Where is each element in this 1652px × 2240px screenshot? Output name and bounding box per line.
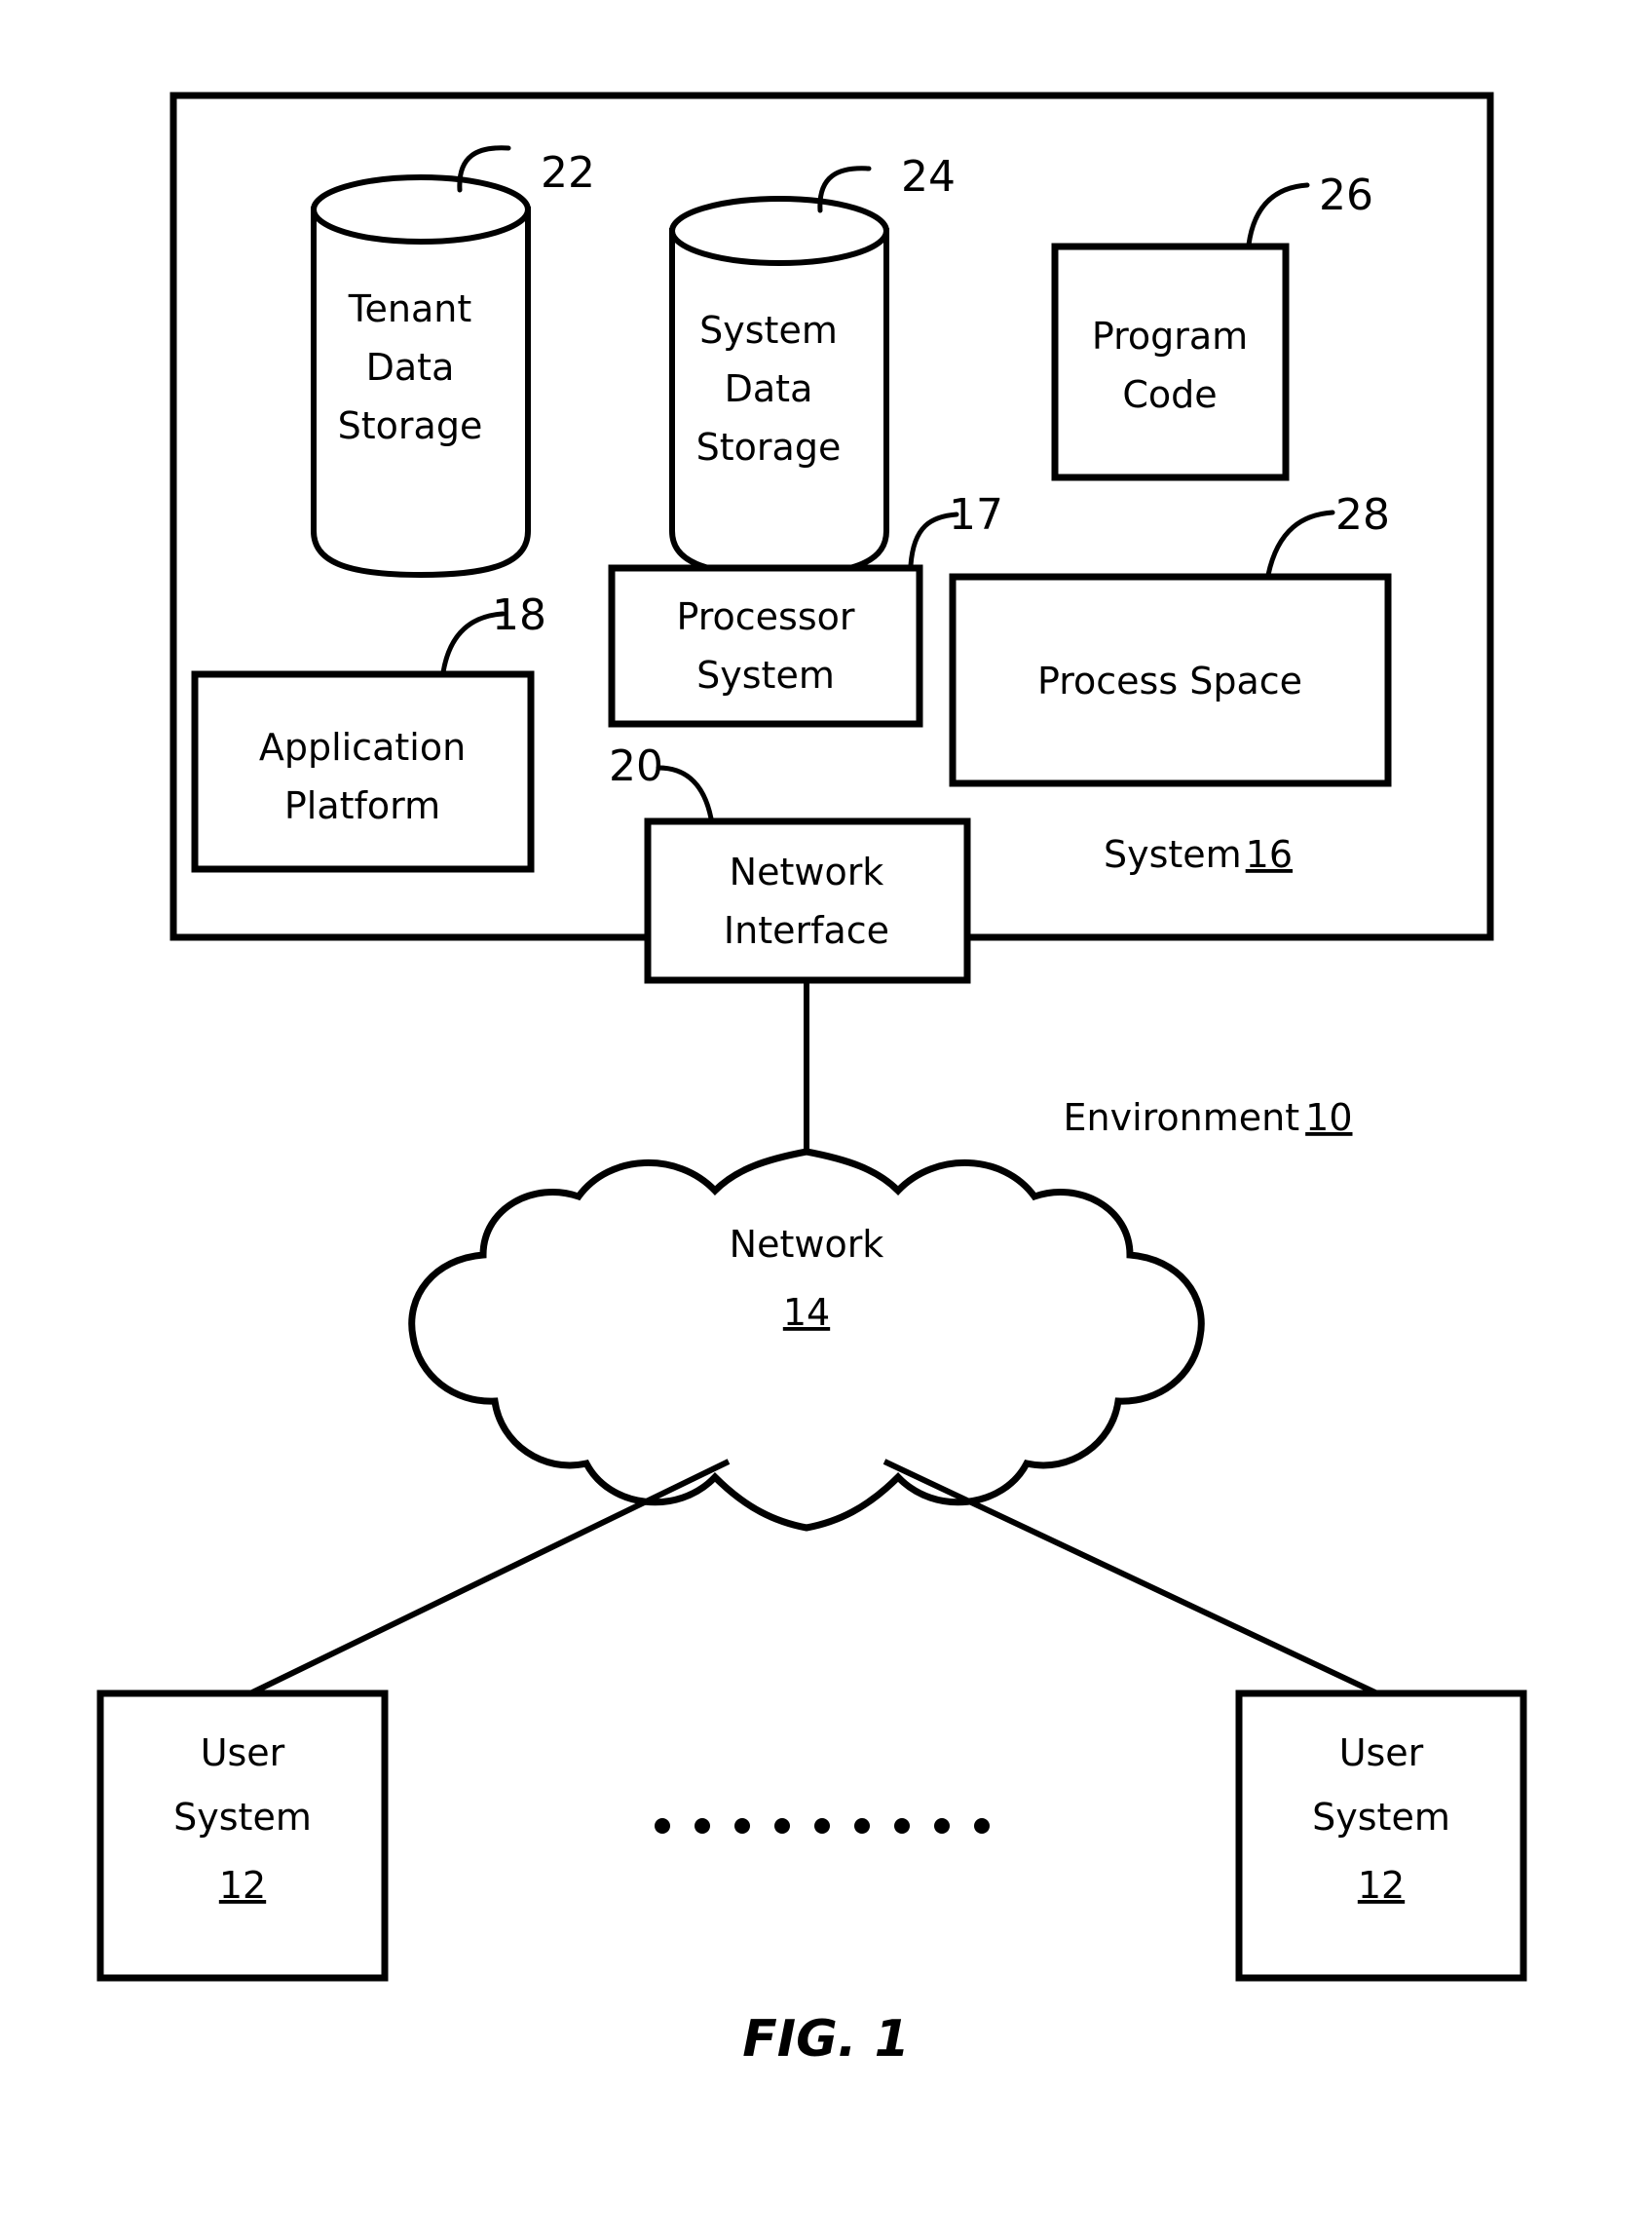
reference-number-26: 26 <box>1319 171 1373 220</box>
system-boundary-label: System 16 <box>1104 833 1293 876</box>
network-cloud-shape <box>408 1148 1205 1532</box>
processor-system-label-line1: Processor <box>676 595 854 638</box>
user-system-left-ref: 12 <box>219 1864 266 1907</box>
program-code-label-line2: Code <box>1122 373 1217 416</box>
ellipsis-dot <box>854 1818 870 1834</box>
program-code-box <box>1051 243 1290 481</box>
system-data-storage-top <box>669 196 889 266</box>
user-system-right-label-line1: User <box>1339 1731 1424 1774</box>
reference-number-22: 22 <box>541 148 595 198</box>
node-network-cloud <box>408 1148 1205 1532</box>
environment-label-text: Environment <box>1064 1096 1300 1139</box>
network-interface-label-line1: Network <box>730 851 884 893</box>
program-code-label-line1: Program <box>1092 315 1248 358</box>
ellipsis-dots <box>655 1818 990 1834</box>
system-data-storage-label-line2: Data <box>725 367 813 410</box>
system-data-storage-label-line1: System <box>699 309 838 352</box>
system-data-storage-label-line3: Storage <box>696 426 842 469</box>
network-cloud-label: Network <box>730 1223 884 1266</box>
ellipsis-dot <box>894 1818 910 1834</box>
tenant-data-storage-label-line1: Tenant <box>348 287 472 330</box>
ellipsis-dot <box>974 1818 990 1834</box>
ellipsis-dot <box>695 1818 710 1834</box>
user-system-right-label-line2: System <box>1312 1796 1450 1839</box>
environment-label: Environment 10 <box>1064 1096 1353 1139</box>
tenant-data-storage-label-line2: Data <box>366 346 455 389</box>
process-space-label: Process Space <box>1037 660 1302 702</box>
ellipsis-dot <box>734 1818 750 1834</box>
ellipsis-dot <box>655 1818 670 1834</box>
user-system-left-label-line1: User <box>201 1731 285 1774</box>
processor-system-label-line2: System <box>696 654 835 697</box>
user-system-right-ref: 12 <box>1358 1864 1405 1907</box>
connector-network-to-user-system-left <box>244 1459 731 1698</box>
reference-number-18: 18 <box>492 590 546 640</box>
system-boundary-label-text: System <box>1104 833 1242 876</box>
application-platform-label-line1: Application <box>259 726 466 769</box>
tenant-data-storage-body <box>311 207 531 579</box>
processor-system-box <box>608 564 923 728</box>
network-cloud-ref: 14 <box>783 1291 830 1334</box>
ellipsis-dot <box>814 1818 830 1834</box>
network-interface-label-line2: Interface <box>724 909 889 952</box>
environment-ref: 10 <box>1305 1096 1352 1139</box>
connector-network-to-user-system-right <box>882 1459 1383 1698</box>
network-interface-box <box>644 817 971 984</box>
patent-figure-1: Tenant Data Storage 22 System Data Stora… <box>0 0 1652 2240</box>
leader-line-26 <box>1246 182 1310 247</box>
reference-number-24: 24 <box>901 152 956 202</box>
ellipsis-dot <box>934 1818 950 1834</box>
user-system-left-label-line2: System <box>173 1796 312 1839</box>
leader-line-20 <box>656 765 714 821</box>
system-boundary-ref: 16 <box>1246 833 1293 876</box>
leader-line-28 <box>1265 510 1335 578</box>
reference-number-28: 28 <box>1335 490 1390 540</box>
figure-caption: FIG. 1 <box>742 2010 910 2069</box>
application-platform-box <box>191 670 535 873</box>
application-platform-label-line2: Platform <box>284 784 440 827</box>
reference-number-20: 20 <box>609 741 663 791</box>
figure-canvas: Tenant Data Storage 22 System Data Stora… <box>96 92 1527 2069</box>
tenant-data-storage-label-line3: Storage <box>338 404 483 447</box>
ellipsis-dot <box>774 1818 790 1834</box>
tenant-data-storage-top <box>311 174 531 245</box>
reference-number-17: 17 <box>949 490 1003 540</box>
node-process-space <box>949 510 1392 787</box>
